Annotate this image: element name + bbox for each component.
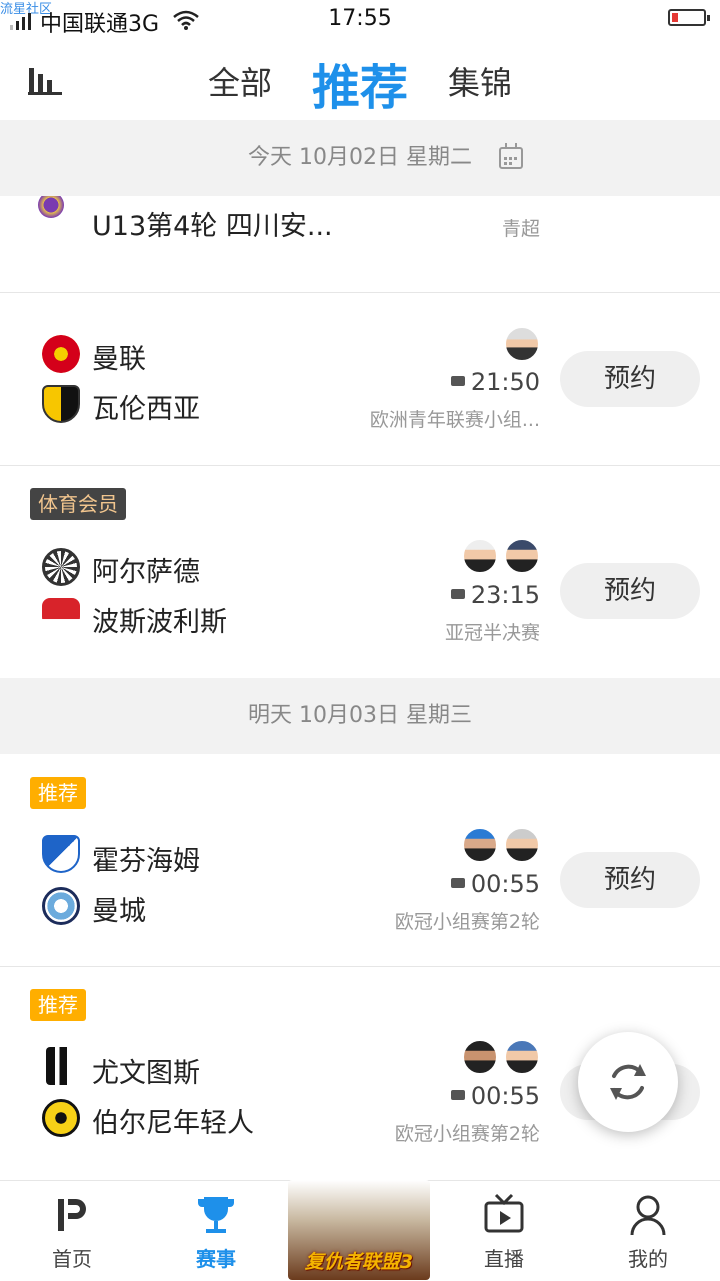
home-icon (58, 1199, 86, 1231)
nav-matches[interactable]: 赛事 (166, 1181, 266, 1281)
league-label: 青超 (501, 218, 540, 240)
date-label: 明天 10月03日 星期三 (248, 703, 472, 728)
league-label: 亚冠半决赛 (444, 622, 540, 644)
profile-icon (630, 1195, 666, 1236)
commentator-avatar (504, 1039, 540, 1075)
nav-label: 赛事 (196, 1247, 236, 1271)
away-team: 瓦伦西亚 (92, 394, 200, 425)
nav-label: 直播 (484, 1247, 524, 1271)
team-logo-away (42, 887, 80, 925)
team-logo-away (42, 598, 80, 636)
tv-icon (484, 1193, 524, 1233)
match-card[interactable]: 曼联 瓦伦西亚 21:50 欧洲青年联赛小组... 预约 (0, 293, 720, 465)
refresh-button[interactable] (578, 1032, 678, 1132)
tab-recommended[interactable]: 推荐 (312, 48, 408, 118)
commentator-avatar (462, 1039, 498, 1075)
reserve-button[interactable]: 预约 (560, 351, 700, 407)
league-label: 欧冠小组赛第2轮 (394, 911, 540, 933)
date-label: 今天 10月02日 星期二 (248, 145, 472, 170)
status-time: 17:55 (328, 6, 392, 31)
camera-icon (450, 589, 465, 599)
top-nav: 全部 推荐 集锦 (0, 40, 720, 120)
match-card-partial[interactable]: U13第4轮 四川安... 青超 (0, 190, 720, 292)
away-team: 波斯波利斯 (92, 607, 227, 638)
away-team: 曼城 (92, 896, 146, 927)
recommend-badge: 推荐 (30, 989, 86, 1021)
tab-highlights[interactable]: 集锦 (448, 58, 512, 104)
stats-icon[interactable] (28, 66, 62, 96)
team-logo-away (42, 1099, 80, 1137)
date-header-today: 今天 10月02日 星期二 (0, 120, 720, 196)
status-bar: 流星社区 中国联通3G 17:55 (0, 0, 720, 40)
camera-icon (450, 376, 465, 386)
commentator-avatar (462, 827, 498, 863)
tab-all[interactable]: 全部 (208, 58, 272, 104)
reserve-button[interactable]: 预约 (560, 852, 700, 908)
team-logo-away (42, 385, 80, 423)
match-card[interactable]: 推荐 霍芬海姆 曼城 00:55 欧冠小组赛第2轮 预约 (0, 755, 720, 965)
refresh-icon (610, 1064, 646, 1100)
recommend-badge: 推荐 (30, 777, 86, 809)
league-label: 欧洲青年联赛小组... (369, 409, 540, 431)
match-time: 21:50 (400, 368, 540, 396)
match-title: U13第4轮 四川安... (92, 211, 333, 242)
league-label: 欧冠小组赛第2轮 (394, 1123, 540, 1145)
commentator-avatar (462, 538, 498, 574)
match-time: 23:15 (400, 581, 540, 609)
home-team: 尤文图斯 (92, 1058, 200, 1089)
reserve-button[interactable]: 预约 (560, 563, 700, 619)
calendar-icon[interactable] (499, 143, 523, 169)
battery-icon (668, 9, 710, 26)
promo-text: 复仇者联盟3 (304, 1251, 414, 1273)
nav-label: 我的 (628, 1247, 668, 1271)
match-time: 00:55 (400, 1082, 540, 1110)
date-header-tomorrow: 明天 10月03日 星期三 (0, 678, 720, 754)
team-logo-home (42, 835, 80, 873)
commentator-avatar (504, 326, 540, 362)
match-card[interactable]: 体育会员 阿尔萨德 波斯波利斯 23:15 亚冠半决赛 预约 (0, 466, 720, 676)
commentator-avatar (504, 827, 540, 863)
nav-profile[interactable]: 我的 (598, 1181, 698, 1281)
home-team: 霍芬海姆 (92, 846, 200, 877)
member-badge: 体育会员 (30, 488, 126, 520)
camera-icon (450, 878, 465, 888)
home-team: 阿尔萨德 (92, 557, 200, 588)
promo-banner[interactable]: 复仇者联盟3 (288, 1180, 430, 1280)
nav-home[interactable]: 首页 (22, 1181, 122, 1281)
commentator-avatar (504, 538, 540, 574)
nav-live[interactable]: 直播 (454, 1181, 554, 1281)
match-time: 00:55 (400, 870, 540, 898)
home-team: 曼联 (92, 344, 146, 375)
trophy-icon (198, 1197, 234, 1233)
team-logo-home (42, 335, 80, 373)
camera-icon (450, 1090, 465, 1100)
team-logo-home (42, 548, 80, 586)
away-team: 伯尔尼年轻人 (92, 1108, 254, 1139)
team-logo-home (46, 1047, 76, 1085)
nav-label: 首页 (52, 1247, 92, 1271)
